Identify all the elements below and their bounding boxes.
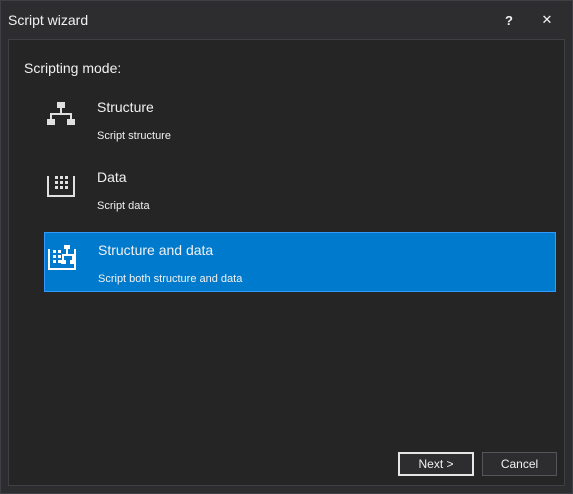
option-data-title: Data — [97, 169, 127, 185]
structure-icon — [47, 102, 75, 125]
option-structure-title: Structure — [97, 99, 154, 115]
option-data-description: Script data — [97, 200, 150, 212]
option-structure-and-data[interactable]: Structure and data Script both structure… — [44, 232, 556, 292]
wizard-content: Scripting mode: Structure Script structu… — [8, 39, 565, 486]
next-button[interactable]: Next > — [398, 452, 474, 476]
data-icon — [47, 176, 75, 197]
option-structure-and-data-description: Script both structure and data — [98, 273, 243, 285]
help-button[interactable]: ? — [497, 9, 521, 31]
script-wizard-window: Script wizard ? ✕ Scripting mode: Struct… — [0, 0, 573, 494]
window-title: Script wizard — [8, 12, 89, 28]
scripting-mode-heading: Scripting mode: — [24, 60, 122, 76]
option-data[interactable]: Data Script data — [44, 160, 556, 220]
title-bar: Script wizard ? ✕ — [1, 1, 572, 39]
option-structure-description: Script structure — [97, 130, 171, 142]
structure-and-data-icon — [48, 245, 76, 270]
option-structure[interactable]: Structure Script structure — [44, 90, 556, 150]
close-button[interactable]: ✕ — [535, 9, 559, 31]
cancel-button[interactable]: Cancel — [482, 452, 557, 476]
option-structure-and-data-title: Structure and data — [98, 242, 214, 258]
